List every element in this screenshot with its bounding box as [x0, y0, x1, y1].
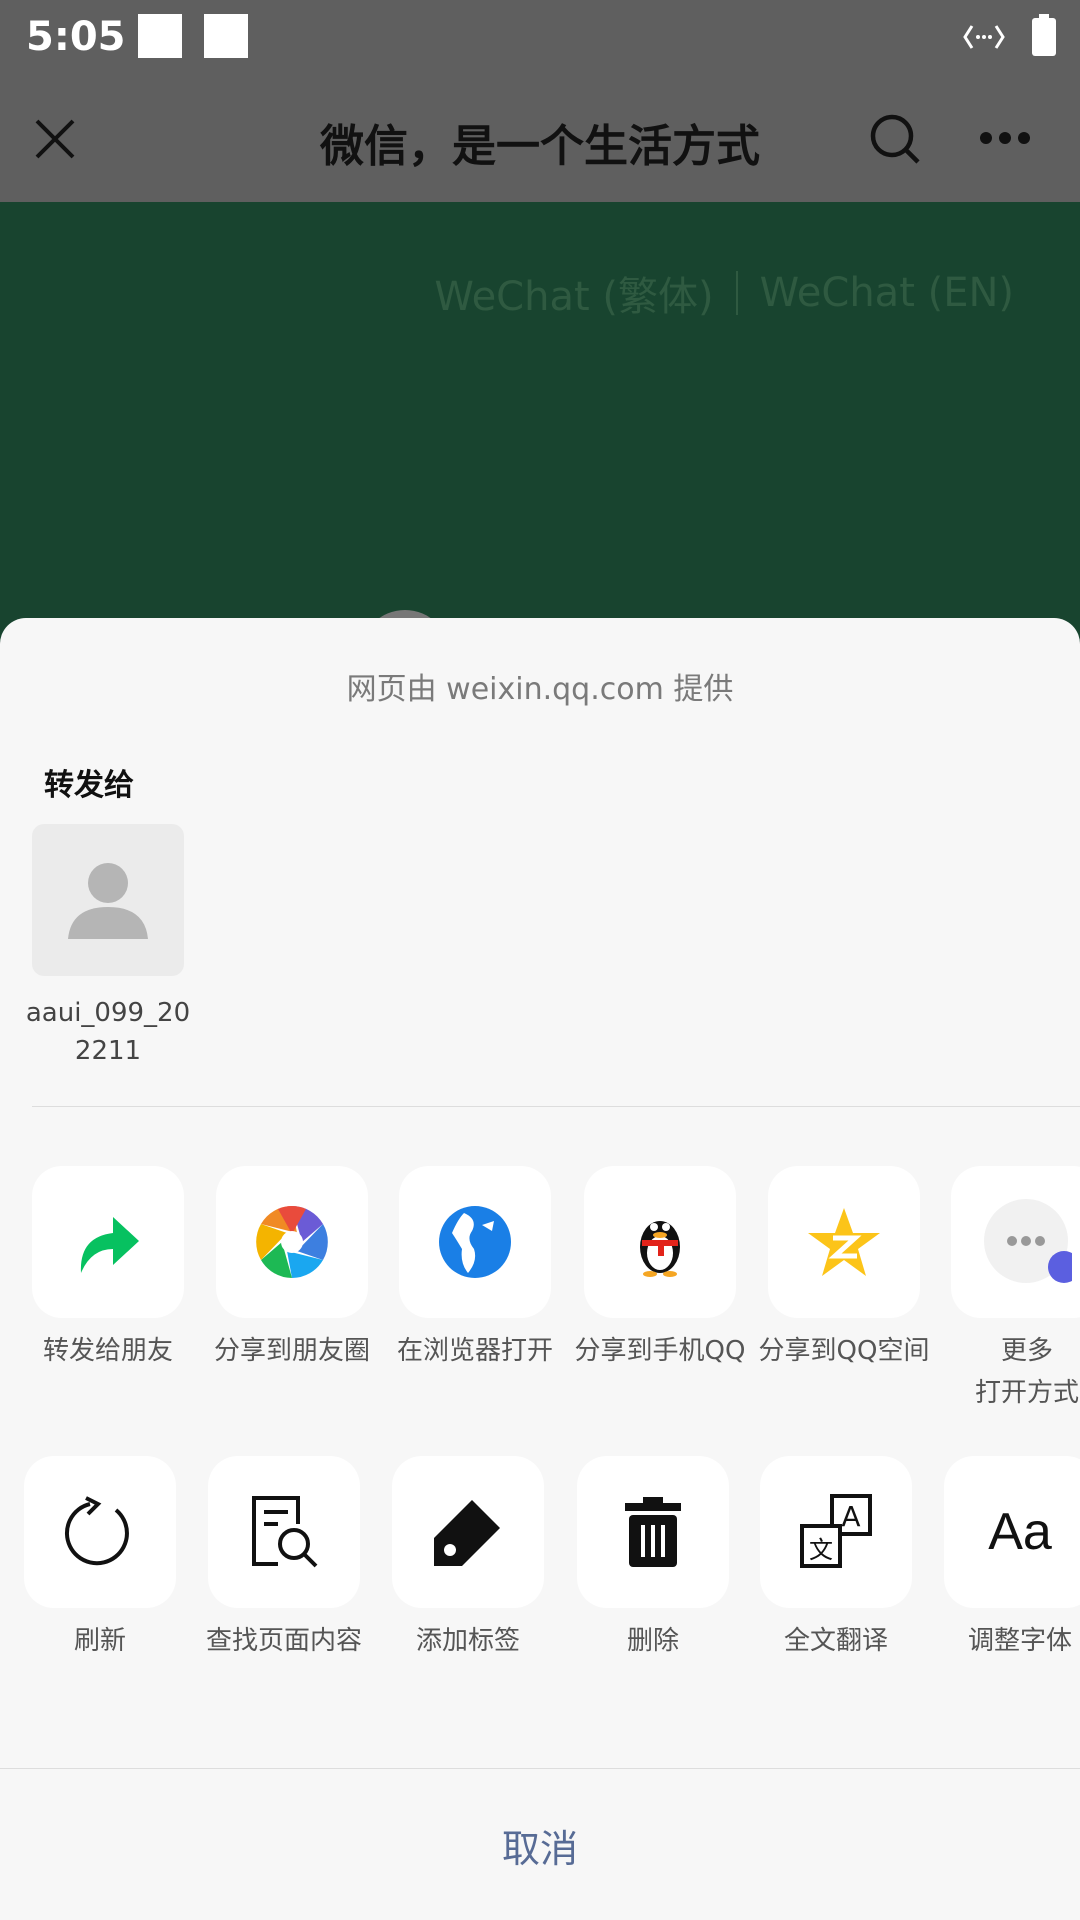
- action-label: 删除: [626, 1626, 679, 1656]
- lang-english-link[interactable]: WeChat (EN): [760, 270, 1014, 316]
- top-bar: 微信，是一个生活方式: [0, 80, 1080, 202]
- action-label: 添加标签: [415, 1626, 520, 1656]
- divider: [32, 1106, 1080, 1107]
- action-label: 刷新: [73, 1626, 126, 1656]
- add-tag-button[interactable]: [392, 1456, 544, 1608]
- action-label: 分享到QQ空间: [758, 1336, 930, 1366]
- forward-to-heading: 转发给: [44, 768, 134, 803]
- contact-avatar[interactable]: [32, 824, 184, 976]
- provider-text: 网页由 weixin.qq.com 提供: [346, 672, 734, 707]
- moments-icon: [256, 1206, 328, 1278]
- refresh-icon: [64, 1496, 129, 1566]
- translate-button[interactable]: A文: [760, 1456, 912, 1608]
- action-label: 查找页面内容: [205, 1626, 362, 1656]
- svg-text:文: 文: [809, 1536, 833, 1564]
- open-in-browser-button[interactable]: [399, 1166, 551, 1318]
- cancel-button[interactable]: 取消: [0, 1818, 1080, 1873]
- svg-text:A: A: [841, 1500, 860, 1533]
- find-in-page-icon: [252, 1496, 318, 1568]
- status-time: 5:05: [26, 14, 126, 60]
- action-label: 转发给朋友: [42, 1336, 173, 1366]
- translate-icon: A文: [800, 1494, 872, 1568]
- user-placeholder-icon: [68, 863, 148, 939]
- find-in-page-button[interactable]: [208, 1456, 360, 1608]
- notification-icon: [204, 14, 248, 58]
- action-label: 在浏览器打开: [396, 1336, 553, 1366]
- action-label: 调整字体: [967, 1626, 1072, 1656]
- forward-icon: [80, 1217, 139, 1273]
- browser-icon: [439, 1206, 511, 1278]
- share-moments-button[interactable]: [216, 1166, 368, 1318]
- lang-traditional-link[interactable]: WeChat (繁体): [434, 264, 713, 322]
- action-label: 全文翻译: [783, 1626, 888, 1656]
- share-qq-button[interactable]: [584, 1166, 736, 1318]
- delete-button[interactable]: [577, 1456, 729, 1608]
- qq-icon: [640, 1221, 680, 1277]
- more-open-options-button[interactable]: [951, 1166, 1080, 1318]
- status-bar: 5:05: [0, 0, 1080, 80]
- data-sync-icon: [963, 25, 1005, 49]
- contact-name: aaui_099_202211: [25, 998, 191, 1066]
- share-qzone-button[interactable]: [768, 1166, 920, 1318]
- action-label: 分享到朋友圈: [213, 1336, 370, 1366]
- font-size-button[interactable]: Aa: [944, 1456, 1080, 1608]
- search-icon[interactable]: [868, 112, 922, 166]
- more-options-icon[interactable]: [978, 130, 1032, 146]
- notification-icon: [138, 14, 182, 58]
- tag-icon: [434, 1500, 500, 1566]
- action-label: 分享到手机QQ: [574, 1336, 746, 1366]
- page-content: WeChat (繁体) WeChat (EN): [0, 202, 1080, 642]
- trash-icon: [625, 1497, 681, 1567]
- divider: [735, 271, 738, 315]
- refresh-button[interactable]: [24, 1456, 176, 1608]
- forward-to-friend-button[interactable]: [32, 1166, 184, 1318]
- font-size-icon: Aa: [988, 1503, 1052, 1561]
- share-sheet: 网页由 weixin.qq.com 提供 转发给 aaui_099_202211…: [0, 618, 1080, 1920]
- more-icon: [984, 1199, 1072, 1283]
- action-label: 更多 打开方式: [974, 1336, 1079, 1408]
- battery-icon: [1032, 14, 1056, 56]
- qzone-icon: [808, 1208, 880, 1276]
- divider: [0, 1768, 1080, 1769]
